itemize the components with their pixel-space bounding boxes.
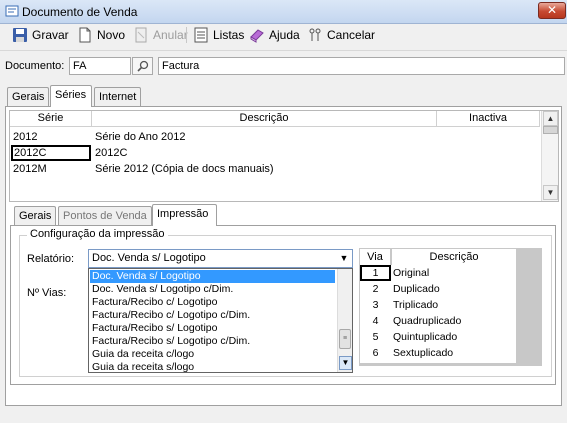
- scroll-thumb[interactable]: [543, 126, 558, 134]
- new-document-icon: [79, 27, 91, 43]
- tab-series[interactable]: Séries: [50, 85, 92, 107]
- list-icon: [194, 27, 208, 43]
- vias-rows: 1 Original 2 Duplicado 3 Triplicado 4 Qu…: [360, 265, 516, 363]
- close-button[interactable]: ✕: [538, 2, 566, 19]
- help-button[interactable]: Ajuda: [249, 26, 300, 44]
- via-description-column-header[interactable]: Descrição: [392, 249, 516, 265]
- tab-internet[interactable]: Internet: [94, 87, 142, 107]
- report-label: Relatório:: [27, 253, 75, 265]
- subtab-impressao[interactable]: Impressão: [152, 204, 217, 226]
- description-column-header[interactable]: Descrição: [92, 111, 437, 127]
- tab-gerais[interactable]: Gerais: [7, 87, 50, 107]
- report-list-scrollbar[interactable]: ≡ ▼: [337, 269, 352, 372]
- via-description-cell[interactable]: Original: [393, 265, 429, 281]
- series-cell[interactable]: 2012M: [13, 161, 47, 177]
- void-button[interactable]: Anular: [133, 26, 188, 44]
- description-cell[interactable]: 2012C: [95, 145, 127, 161]
- series-vertical-scrollbar[interactable]: ▲ ▼: [541, 111, 558, 201]
- series-column-header[interactable]: Série: [10, 111, 92, 127]
- via-cell-focused[interactable]: 1: [360, 265, 391, 281]
- floppy-disk-icon: [13, 28, 27, 42]
- scroll-up-icon[interactable]: ▲: [543, 111, 558, 126]
- vias-table: Via Descrição 1 Original 2 Duplicado 3 T…: [359, 248, 542, 366]
- series-cell[interactable]: 2012: [13, 129, 37, 145]
- inactive-column-header[interactable]: Inactiva: [437, 111, 540, 127]
- report-dropdown-list[interactable]: Doc. Venda s/ Logotipo Doc. Venda s/ Log…: [88, 268, 353, 373]
- void-document-icon: [135, 27, 147, 43]
- scroll-thumb[interactable]: ≡: [339, 329, 351, 349]
- list-item[interactable]: Factura/Recibo s/ Logotipo: [90, 322, 335, 335]
- list-item[interactable]: Factura/Recibo s/ Logotipo c/Dim.: [90, 335, 335, 348]
- list-item[interactable]: Factura/Recibo c/ Logotipo: [90, 296, 335, 309]
- via-column-header[interactable]: Via: [360, 249, 391, 265]
- title-bar: Documento de Venda ✕: [0, 0, 567, 24]
- cancel-button[interactable]: Cancelar: [307, 26, 375, 44]
- scroll-down-icon[interactable]: ▼: [543, 185, 558, 200]
- via-cell[interactable]: 2: [360, 281, 391, 297]
- via-description-cell[interactable]: Quintuplicado: [393, 329, 457, 345]
- list-item[interactable]: Factura/Recibo c/ Logotipo c/Dim.: [90, 309, 335, 322]
- document-code-input[interactable]: FA: [69, 57, 131, 75]
- via-description-cell[interactable]: Triplicado: [393, 297, 438, 313]
- via-cell[interactable]: 4: [360, 313, 391, 329]
- series-grid: Série Descrição Inactiva 2012 Série do A…: [9, 110, 559, 202]
- description-cell[interactable]: Série do Ano 2012: [95, 129, 186, 145]
- via-cell[interactable]: 6: [360, 345, 391, 361]
- chevron-down-icon[interactable]: ▼: [336, 250, 352, 267]
- report-select[interactable]: Doc. Venda s/ Logotipo: [88, 249, 353, 268]
- via-description-cell[interactable]: Quadruplicado: [393, 313, 461, 329]
- toolbar-separator: [186, 27, 187, 43]
- list-item[interactable]: Guia da receita c/logo: [90, 348, 335, 361]
- via-description-cell[interactable]: Sextuplicado: [393, 345, 453, 361]
- help-book-icon: [250, 29, 264, 43]
- cancel-figure-icon: [309, 28, 321, 41]
- save-button[interactable]: Gravar: [12, 26, 69, 44]
- list-item[interactable]: Doc. Venda s/ Logotipo: [90, 270, 335, 283]
- via-cell[interactable]: 5: [360, 329, 391, 345]
- series-cell-focused[interactable]: 2012C: [11, 145, 91, 161]
- document-app-icon: [5, 5, 19, 17]
- document-label: Documento:: [5, 60, 65, 72]
- lists-button[interactable]: Listas: [193, 26, 244, 44]
- list-item[interactable]: Guia da receita s/logo: [90, 361, 335, 374]
- document-search-button[interactable]: [132, 57, 153, 75]
- vias-label: Nº Vias:: [27, 287, 67, 299]
- subtab-pontos-de-venda[interactable]: Pontos de Venda: [58, 206, 152, 226]
- description-cell[interactable]: Série 2012 (Cópia de docs manuais): [95, 161, 274, 177]
- scroll-down-icon[interactable]: ▼: [339, 356, 352, 370]
- new-button[interactable]: Novo: [77, 26, 125, 44]
- toolbar-divider: [0, 50, 567, 51]
- via-description-cell[interactable]: Duplicado: [393, 281, 440, 297]
- via-cell[interactable]: 3: [360, 297, 391, 313]
- list-item[interactable]: Doc. Venda s/ Logotipo c/Dim.: [90, 283, 335, 296]
- magnifier-icon: [137, 60, 149, 72]
- subtab-gerais[interactable]: Gerais: [14, 206, 57, 226]
- group-title: Configuração da impressão: [27, 228, 168, 240]
- window-title: Documento de Venda: [22, 5, 138, 19]
- document-description-input[interactable]: Factura: [158, 57, 565, 75]
